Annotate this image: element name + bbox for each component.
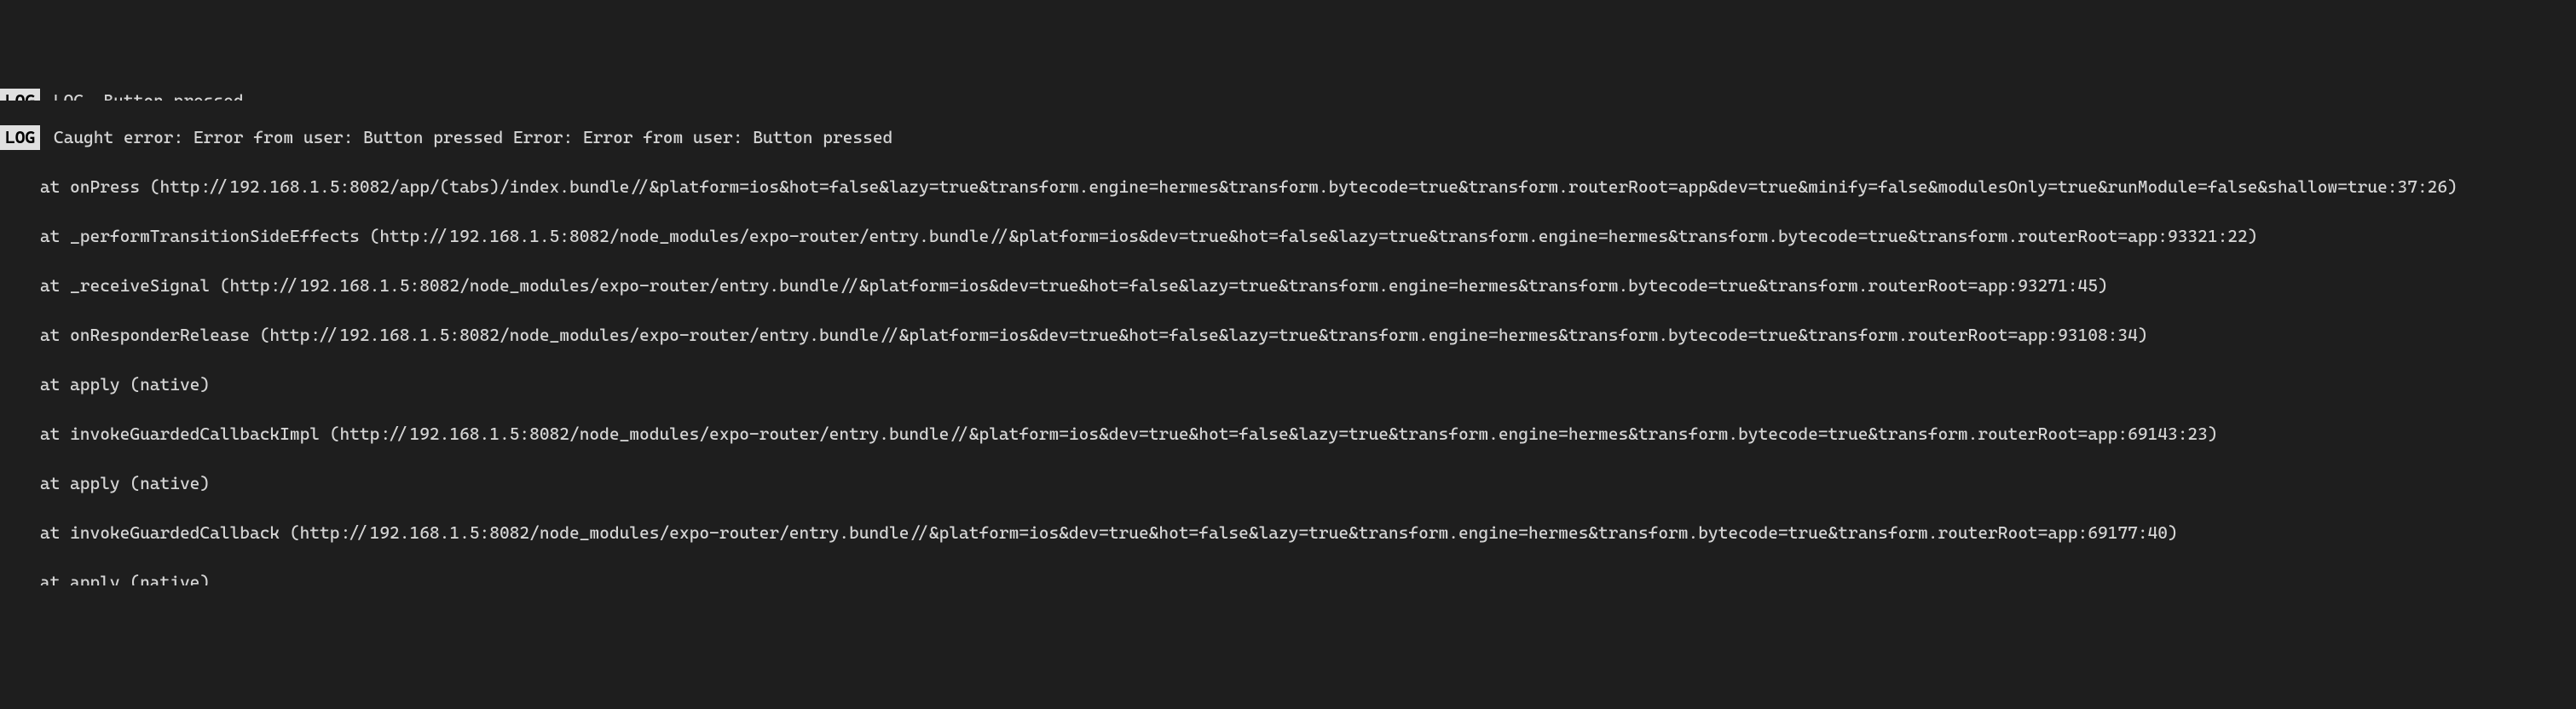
stack-line: at apply (native) [0, 471, 2576, 496]
stack-line: at invokeGuardedCallback (http://192.168… [0, 521, 2576, 545]
stack-line: at invokeGuardedCallbackImpl (http://192… [0, 422, 2576, 447]
log-line-partial: LOG LOG Button pressed [0, 89, 2576, 101]
stack-line: at apply (native) [0, 570, 2576, 585]
stack-line: at onPress (http://192.168.1.5:8082/app/… [0, 175, 2576, 199]
log-badge: LOG [0, 89, 40, 101]
log-line: LOG Caught error: Error from user: Butto… [0, 125, 2576, 150]
stack-line: at _receiveSignal (http://192.168.1.5:80… [0, 274, 2576, 298]
stack-line: at onResponderRelease (http://192.168.1.… [0, 323, 2576, 348]
stack-line: at _performTransitionSideEffects (http:/… [0, 224, 2576, 249]
stack-line: at apply (native) [0, 372, 2576, 397]
log-partial-text: LOG Button pressed [43, 90, 243, 101]
log-badge: LOG [0, 125, 40, 150]
log-message: Caught error: Error from user: Button pr… [54, 127, 892, 147]
